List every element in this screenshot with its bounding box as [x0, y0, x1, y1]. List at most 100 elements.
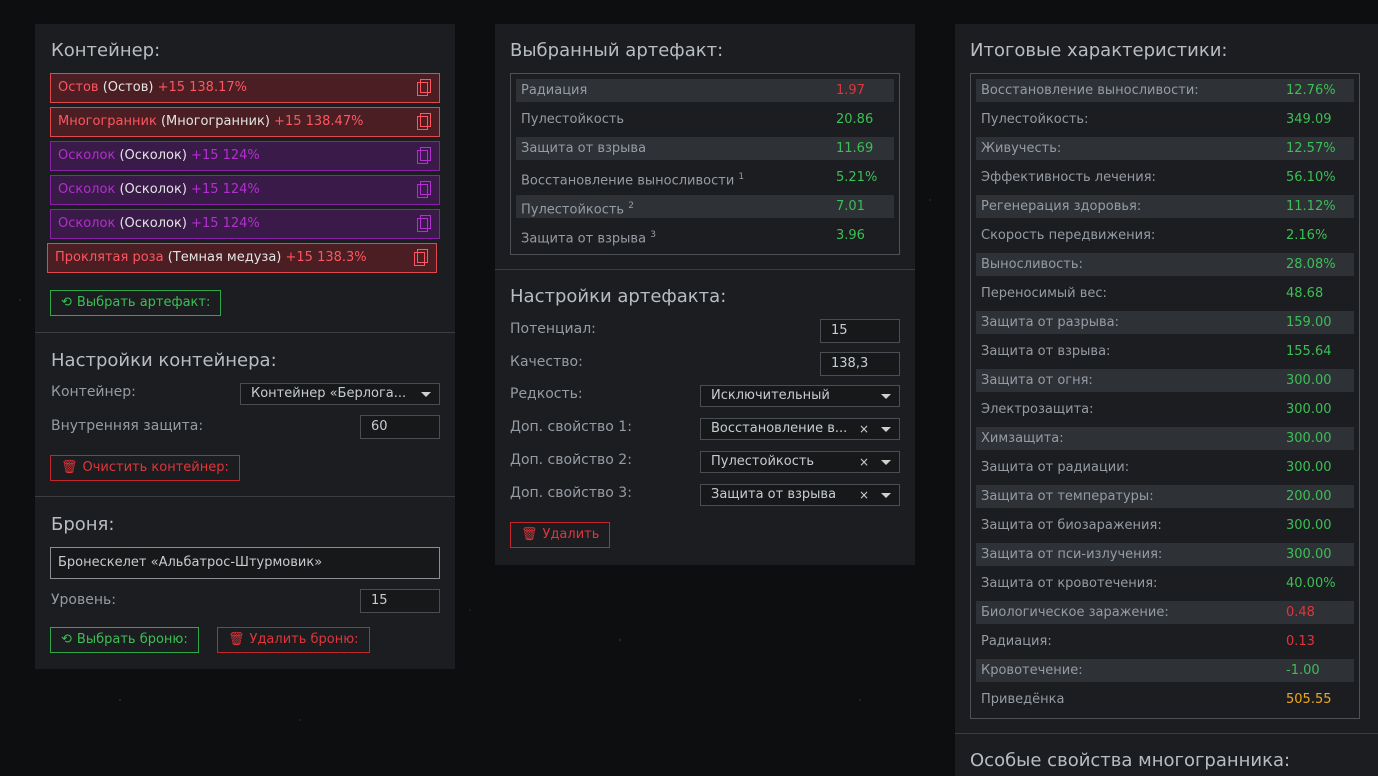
chevron-down-icon: [421, 392, 431, 397]
artifact-bonus: +15 124%: [191, 216, 260, 231]
potential-input[interactable]: 15: [820, 319, 900, 343]
stat-row: Пулестойкость 2 7.01: [516, 195, 894, 218]
artifact-slot[interactable]: Осколок (Осколок) +15 124%: [50, 209, 440, 239]
artifact-name: Остов: [58, 80, 99, 95]
level-input[interactable]: 15: [360, 589, 440, 613]
quality-input[interactable]: 138,3: [820, 352, 900, 376]
chevron-down-icon: [881, 460, 891, 465]
total-stat-row: Электрозащита: 300.00: [976, 398, 1354, 421]
stat-label: Радиация: [521, 83, 588, 98]
chevron-down-icon: [881, 493, 891, 498]
total-stat-row: Радиация: 0.13: [976, 630, 1354, 653]
extra3-label: Доп. свойство 3:: [510, 485, 632, 501]
total-stat-row: Биологическое заражение: 0.48: [976, 601, 1354, 624]
total-stat-label: Приведёнка: [981, 692, 1065, 707]
extra1-select[interactable]: Восстановление в... ×: [700, 418, 900, 440]
artifact-name: Осколок: [58, 148, 116, 163]
copy-icon[interactable]: [417, 79, 431, 96]
stat-footnote: 3: [650, 230, 656, 240]
extra2-select[interactable]: Пулестойкость ×: [700, 451, 900, 473]
total-stat-row: Эффективность лечения: 56.10%: [976, 166, 1354, 189]
total-stat-row: Защита от биозаражения: 300.00: [976, 514, 1354, 537]
stat-label: Пулестойкость 2: [521, 201, 634, 218]
stat-footnote: 1: [738, 172, 745, 182]
container-select[interactable]: Контейнер «Берлога...: [240, 383, 440, 405]
total-stat-value: 0.13: [1286, 634, 1315, 649]
total-stat-label: Радиация:: [981, 634, 1052, 649]
artifact-name: Осколок: [58, 216, 116, 231]
total-stat-row: Кровотечение: -1.00: [976, 659, 1354, 682]
artifact-slot[interactable]: Осколок (Осколок) +15 124%: [50, 141, 440, 171]
totals-table: Восстановление выносливости: 12.76% Пулест…: [970, 73, 1360, 719]
refresh-icon: ⟲: [61, 632, 72, 647]
stat-row: Защита от взрыва 11.69: [516, 137, 894, 160]
extra3-select[interactable]: Защита от взрыва ×: [700, 484, 900, 506]
divider: [495, 269, 915, 270]
stat-label: Восстановление выносливости 1: [521, 172, 745, 189]
clear-container-button[interactable]: 🗑 Очистить контейнер:: [50, 455, 240, 481]
armor-field[interactable]: Бронескелет «Альбатрос-Штурмовик»: [50, 547, 440, 579]
total-stat-label: Защита от огня:: [981, 373, 1093, 388]
artifact-slot[interactable]: Осколок (Осколок) +15 124%: [50, 175, 440, 205]
delete-artifact-button[interactable]: 🗑 Удалить: [510, 522, 611, 548]
copy-icon[interactable]: [414, 249, 428, 266]
delete-armor-button[interactable]: 🗑 Удалить броню:: [217, 627, 370, 653]
divider: [35, 496, 455, 497]
select-armor-button[interactable]: ⟲ Выбрать броню:: [50, 627, 199, 653]
total-stat-value: 11.12%: [1286, 199, 1336, 214]
clear-icon[interactable]: ×: [859, 452, 869, 472]
artifact-bonus: +15 124%: [191, 182, 260, 197]
inner-protection-input[interactable]: 60: [360, 415, 440, 439]
total-stat-row: Защита от разрыва: 159.00: [976, 311, 1354, 334]
total-stat-label: Электрозащита:: [981, 402, 1094, 417]
totals-panel: Итоговые характеристики: Восстановление …: [955, 24, 1378, 776]
total-stat-row: Защита от пси-излучения: 300.00: [976, 543, 1354, 566]
stat-row: Защита от взрыва 3 3.96: [516, 224, 894, 247]
total-stat-value: 300.00: [1286, 518, 1332, 533]
trash-icon: 🗑: [228, 632, 245, 647]
copy-icon[interactable]: [417, 113, 431, 130]
stat-label: Защита от взрыва 3: [521, 230, 656, 247]
quality-label: Качество:: [510, 354, 583, 370]
total-stat-label: Защита от взрыва:: [981, 344, 1111, 359]
divider: [955, 733, 1378, 734]
artifact-bonus: +15 138.17%: [157, 80, 247, 95]
artifact-slot[interactable]: Остов (Остов) +15 138.17%: [50, 73, 440, 103]
total-stat-row: Защита от огня: 300.00: [976, 369, 1354, 392]
rarity-select[interactable]: Исключительный: [700, 385, 900, 407]
total-stat-value: 300.00: [1286, 373, 1332, 388]
total-stat-row: Скорость передвижения: 2.16%: [976, 224, 1354, 247]
total-stat-value: 349.09: [1286, 112, 1332, 127]
artifact-slot[interactable]: Многогранник (Многогранник) +15 138.47%: [50, 107, 440, 137]
total-stat-value: 56.10%: [1286, 170, 1336, 185]
clear-icon[interactable]: ×: [859, 419, 869, 439]
total-stat-row: Химзащита: 300.00: [976, 427, 1354, 450]
trash-icon: 🗑: [521, 527, 538, 542]
container-label: Контейнер:: [51, 384, 136, 400]
total-stat-row: Пулестойкость: 349.09: [976, 108, 1354, 131]
total-stat-label: Защита от радиации:: [981, 460, 1130, 475]
refresh-icon: ⟲: [61, 295, 72, 310]
artifact-type: (Темная медуза): [167, 250, 282, 265]
total-stat-value: 300.00: [1286, 431, 1332, 446]
clear-icon[interactable]: ×: [859, 485, 869, 505]
total-stat-value: 2.16%: [1286, 228, 1328, 243]
extra1-label: Доп. свойство 1:: [510, 419, 632, 435]
total-stat-value: 300.00: [1286, 547, 1332, 562]
total-stat-value: 159.00: [1286, 315, 1332, 330]
total-stat-label: Выносливость:: [981, 257, 1083, 272]
select-artifact-button[interactable]: ⟲ Выбрать артефакт:: [50, 290, 222, 316]
total-stat-value: 28.08%: [1286, 257, 1336, 272]
potential-label: Потенциал:: [510, 321, 596, 337]
level-label: Уровень:: [51, 592, 116, 608]
artifact-name: Проклятая роза: [55, 250, 164, 265]
total-stat-row: Восстановление выносливости: 12.76%: [976, 79, 1354, 102]
copy-icon[interactable]: [417, 215, 431, 232]
copy-icon[interactable]: [417, 147, 431, 164]
total-stat-value: 300.00: [1286, 460, 1332, 475]
copy-icon[interactable]: [417, 181, 431, 198]
stat-label: Пулестойкость: [521, 112, 625, 127]
total-stat-row: Выносливость: 28.08%: [976, 253, 1354, 276]
stat-label: Защита от взрыва: [521, 141, 647, 156]
artifact-slot[interactable]: Проклятая роза (Темная медуза) +15 138.3…: [47, 243, 437, 273]
